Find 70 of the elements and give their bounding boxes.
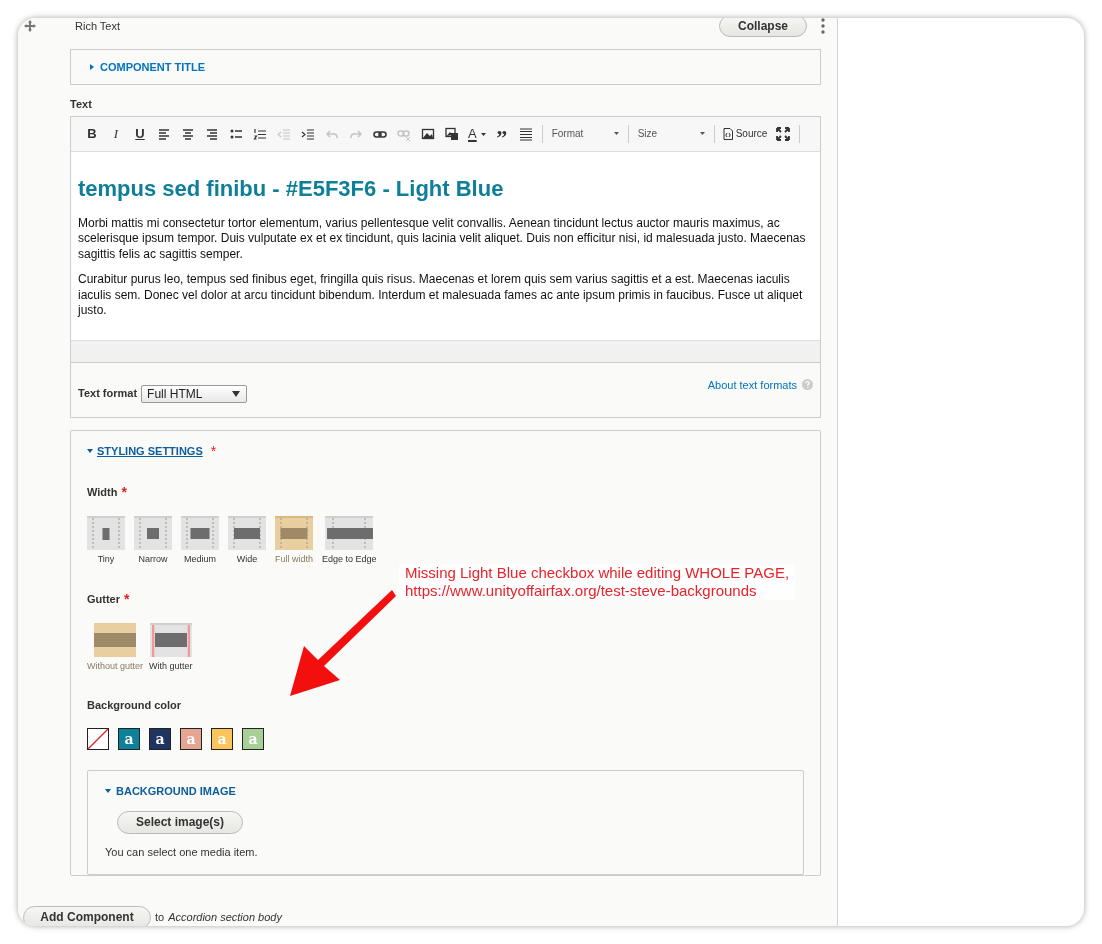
help-text: You can select one media item. bbox=[105, 844, 258, 860]
caret-down-icon bbox=[613, 132, 619, 135]
drag-handle-icon[interactable] bbox=[24, 20, 36, 32]
numbers-icon bbox=[253, 126, 267, 141]
width-option-label: Tiny bbox=[97, 552, 115, 566]
text-format-label: Text format bbox=[78, 386, 138, 402]
select-images-button[interactable]: Select image(s) bbox=[117, 810, 244, 834]
help-link[interactable]: About text formats bbox=[707, 376, 797, 393]
gutter-option-label: With gutter bbox=[149, 660, 193, 673]
caret-down-icon bbox=[232, 390, 241, 397]
width-option-icon[interactable] bbox=[325, 515, 374, 550]
content-heading: tempus sed finibu - #E5F3F6 - Light Blue bbox=[78, 174, 505, 203]
field-label: Background color bbox=[87, 697, 182, 713]
width-option-label: Narrow bbox=[138, 552, 168, 566]
width-option-icon[interactable] bbox=[228, 515, 266, 550]
media-icon bbox=[445, 126, 459, 141]
required-asterisk: * bbox=[121, 482, 127, 502]
body-paragraph: Morbi mattis mi consectetur tortor elementum, varius pellentesque velit convallis. Aenean tincidunt lectus auctor mauris maximus, ac scelerisque ipsum tempor. Duis vulputate ex et ex tincidunt, quis lacinia velit aliquet. Duis non efficitur nisi, id malesuada justo. Maecenas sagittis felis ac sagittis semper. bbox=[78, 215, 807, 262]
source-button[interactable]: Source bbox=[719, 122, 771, 145]
caret-down-icon bbox=[480, 131, 486, 136]
align-left-icon bbox=[157, 126, 171, 141]
image-icon bbox=[421, 126, 435, 141]
collapse-button[interactable]: Collapse bbox=[719, 18, 807, 37]
annotation-text: Missing Light Blue checkbox while editing WHOLE PAGE, https://www.unityoffairfax.org/test-steve-backgrounds bbox=[399, 564, 796, 600]
caret-down-icon bbox=[699, 132, 705, 135]
width-option-label: Wide bbox=[236, 552, 258, 566]
bold-button[interactable]: B bbox=[81, 122, 103, 145]
no-color-swatch[interactable] bbox=[87, 728, 109, 750]
connector-text: to bbox=[155, 909, 165, 925]
document-icon bbox=[722, 127, 733, 140]
target-text: Accordion section body bbox=[168, 909, 282, 925]
italic-button[interactable]: I bbox=[105, 122, 127, 145]
field-label: Text bbox=[70, 97, 93, 112]
component-label: Rich Text bbox=[75, 18, 121, 34]
gutter-option-label: Without gutter bbox=[87, 660, 144, 673]
component-title-toggle[interactable]: COMPONENT TITLE bbox=[100, 58, 206, 76]
blockquote-button[interactable]: ” bbox=[490, 122, 513, 145]
color-swatch[interactable]: a bbox=[118, 728, 140, 750]
source-label: Source bbox=[735, 127, 768, 141]
text-color-button[interactable]: A bbox=[465, 122, 489, 145]
outdent-icon bbox=[277, 126, 291, 141]
rule-icon bbox=[518, 126, 533, 141]
body-paragraph: Curabitur purus leo, tempus sed finibus eget, fringilla quis risus. Maecenas et lorem quis sem varius sagittis et a est. Maecenas iaculis iaculis sem. Donec vel dolor at arcu tincidunt bibendum. Interdum et malesuada fames ac ante ipsum primis in faucibus. Fusce ut aliquet justo. bbox=[78, 272, 804, 319]
format-select[interactable]: Full HTML bbox=[141, 384, 248, 403]
color-swatch[interactable]: a bbox=[149, 728, 171, 750]
gutter-option-icon[interactable] bbox=[149, 623, 192, 657]
field-label: Width bbox=[87, 484, 118, 500]
width-option-label: Medium bbox=[184, 552, 216, 566]
field-label: Gutter bbox=[87, 592, 120, 608]
indent-icon bbox=[301, 126, 315, 141]
width-option-label: Full width bbox=[275, 552, 313, 566]
width-option-icon[interactable] bbox=[87, 515, 125, 550]
width-option-icon[interactable] bbox=[275, 515, 313, 550]
required-asterisk: * bbox=[124, 590, 130, 609]
underline-button[interactable]: U bbox=[129, 122, 151, 145]
styling-settings-toggle[interactable]: STYLING SETTINGS bbox=[97, 442, 203, 460]
width-option-label: Edge to Edge bbox=[322, 552, 377, 566]
width-option-icon[interactable] bbox=[134, 515, 172, 550]
help-icon bbox=[802, 379, 813, 391]
add-component-button[interactable]: Add Component bbox=[23, 905, 151, 926]
required-asterisk: * bbox=[210, 441, 217, 461]
width-option-icon[interactable] bbox=[181, 515, 219, 550]
toolbar-dropdown[interactable]: Size bbox=[633, 122, 709, 145]
align-center-icon bbox=[181, 126, 195, 141]
maximize-icon bbox=[776, 126, 791, 141]
align-right-icon bbox=[205, 126, 219, 141]
format-select-value: Full HTML bbox=[147, 385, 203, 403]
background-image-toggle[interactable]: BACKGROUND IMAGE bbox=[116, 783, 236, 800]
toolbar-dropdown[interactable]: Format bbox=[547, 122, 623, 145]
more-options-icon[interactable] bbox=[821, 18, 825, 34]
